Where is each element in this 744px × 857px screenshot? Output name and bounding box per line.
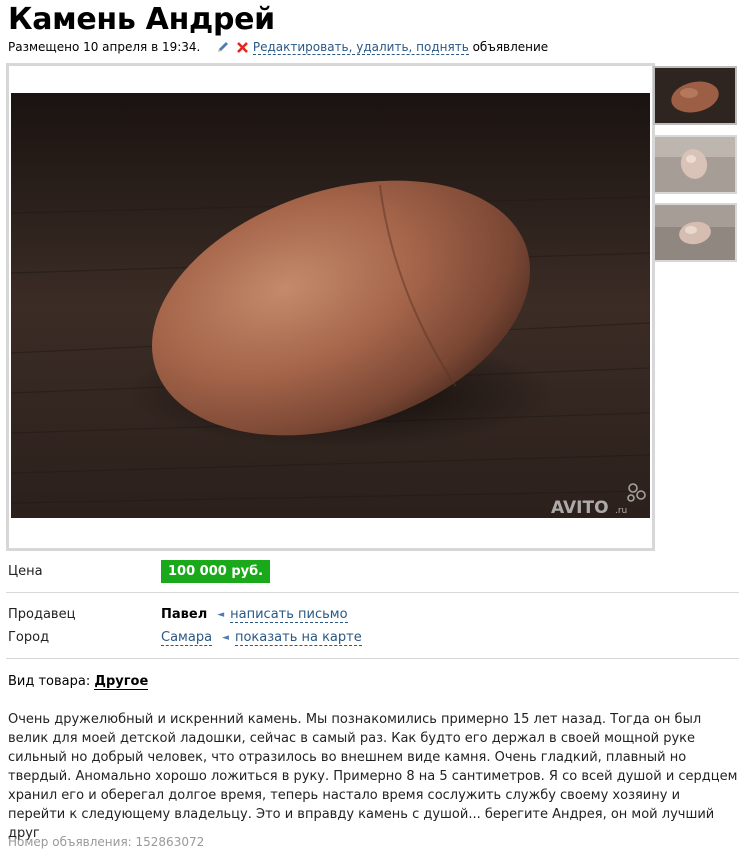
edit-delete-raise-link[interactable]: Редактировать, удалить, поднять	[252, 40, 469, 55]
photo-gallery: AVITO .ru	[6, 63, 655, 551]
watermark-suffix: .ru	[615, 506, 627, 516]
ad-description: Очень дружелюбный и искренний камень. Мы…	[8, 712, 738, 841]
city-row: Самара ◄ показать на карте	[161, 630, 362, 646]
triangle-left-icon: ◄	[217, 610, 225, 620]
ad-number: Номер объявления: 152863072	[8, 835, 205, 849]
category-label: Вид товара:	[8, 674, 91, 689]
price-label: Цена	[8, 564, 43, 579]
city-link[interactable]: Самара	[161, 630, 213, 646]
seller-name: Павел	[161, 607, 208, 622]
seller-label: Продавец	[8, 607, 76, 622]
write-letter-link[interactable]: написать письмо	[230, 607, 348, 623]
watermark-text: AVITO	[551, 498, 609, 518]
divider	[6, 658, 739, 659]
price-badge: 100 000 руб.	[161, 560, 271, 583]
delete-cross-icon[interactable]	[236, 41, 249, 57]
city-label: Город	[8, 630, 50, 645]
thumbnail-1[interactable]	[653, 66, 737, 125]
page-title: Камень Андрей	[8, 2, 275, 37]
triangle-left-icon: ◄	[222, 633, 229, 643]
stone-photo-image: AVITO .ru	[11, 93, 650, 518]
edit-pencil-icon[interactable]	[216, 40, 230, 57]
main-photo[interactable]: AVITO .ru	[11, 93, 650, 518]
show-on-map-link[interactable]: показать на карте	[234, 630, 362, 646]
category-row: Вид товара: Другое	[8, 674, 149, 690]
posted-date: Размещено 10 апреля в 19:34.	[8, 40, 201, 54]
thumbnail-3[interactable]	[653, 203, 737, 262]
category-link[interactable]: Другое	[94, 674, 149, 690]
ad-suffix-text: объявление	[472, 40, 549, 54]
seller-row: Павел ◄ написать письмо	[161, 607, 348, 623]
thumbnail-2[interactable]	[653, 135, 737, 194]
ad-meta: Размещено 10 апреля в 19:34. Редактирова…	[8, 40, 548, 57]
divider	[6, 592, 739, 593]
